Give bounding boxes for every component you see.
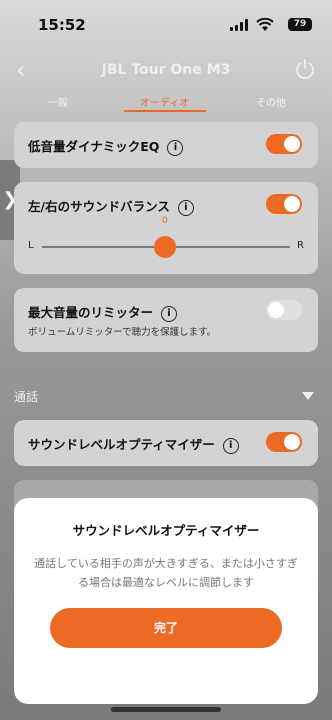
sound-level-optimizer-label: サウンドレベルオプティマイザー i: [28, 434, 239, 454]
tab-general[interactable]: 一般: [48, 94, 68, 109]
info-icon[interactable]: i: [177, 199, 194, 216]
battery-icon: 79: [288, 18, 312, 31]
modal-title: サウンドレベルオプティマイザー: [72, 523, 260, 538]
wifi-icon: [256, 18, 274, 31]
info-icon[interactable]: i: [167, 139, 184, 156]
card-sound-level-optimizer: サウンドレベルオプティマイザー i: [14, 420, 318, 466]
max-volume-limiter-toggle[interactable]: [266, 300, 302, 320]
toggle-knob: [284, 136, 300, 152]
sound-balance-label: 左/右のサウンドバランス i: [28, 196, 194, 216]
done-button[interactable]: 完了: [50, 608, 282, 648]
section-call-header: 通話: [14, 390, 39, 404]
toggle-knob: [268, 302, 284, 318]
balance-left-label: L: [28, 240, 34, 251]
balance-value: 0: [162, 216, 168, 226]
modal-body: 通話している相手の声が大きすぎる、または小さすぎる場合は最適なレベルに調節します: [34, 557, 298, 589]
status-time: 15:52: [38, 16, 86, 34]
balance-right-label: R: [297, 240, 304, 251]
collapse-arrow-icon[interactable]: [302, 392, 314, 400]
toggle-knob: [284, 434, 300, 450]
status-bar: 15:52 79: [0, 0, 332, 46]
max-volume-limiter-label: 最大音量のリミッター i: [28, 302, 178, 322]
sound-level-optimizer-toggle[interactable]: [266, 432, 302, 452]
low-volume-eq-label: 低音量ダイナミックEQ i: [28, 136, 184, 156]
tab-bar: 一般 オーディオ その他: [0, 92, 332, 114]
card-max-volume-limiter: 最大音量のリミッター i ボリュームリミッターで聴力を保護します。: [14, 288, 318, 352]
tab-active-indicator: [124, 110, 206, 112]
info-modal: サウンドレベルオプティマイザー 通話している相手の声が大きすぎる、または小さすぎ…: [14, 498, 318, 704]
page-title: JBL Tour One M3: [101, 62, 231, 78]
tab-audio[interactable]: オーディオ: [140, 94, 189, 109]
balance-slider-thumb[interactable]: [154, 236, 176, 258]
info-icon[interactable]: i: [161, 305, 178, 322]
cellular-signal-icon: [230, 19, 250, 31]
app-screen: 15:52 79 ‹ JBL Tour One M3 一般 オーディオ その他 …: [0, 0, 332, 720]
power-icon[interactable]: [294, 58, 316, 80]
max-volume-limiter-sublabel: ボリュームリミッターで聴力を保護します。: [28, 327, 217, 338]
nav-bar: ‹ JBL Tour One M3: [0, 52, 332, 92]
info-icon[interactable]: i: [222, 437, 239, 454]
low-volume-eq-toggle[interactable]: [266, 134, 302, 154]
card-low-volume-eq: 低音量ダイナミックEQ i: [14, 122, 318, 168]
card-sound-balance: 左/右のサウンドバランス i 0 L R: [14, 182, 318, 274]
home-indicator: [111, 707, 221, 712]
toggle-knob: [284, 196, 300, 212]
tab-other[interactable]: その他: [256, 94, 286, 109]
sound-balance-toggle[interactable]: [266, 194, 302, 214]
